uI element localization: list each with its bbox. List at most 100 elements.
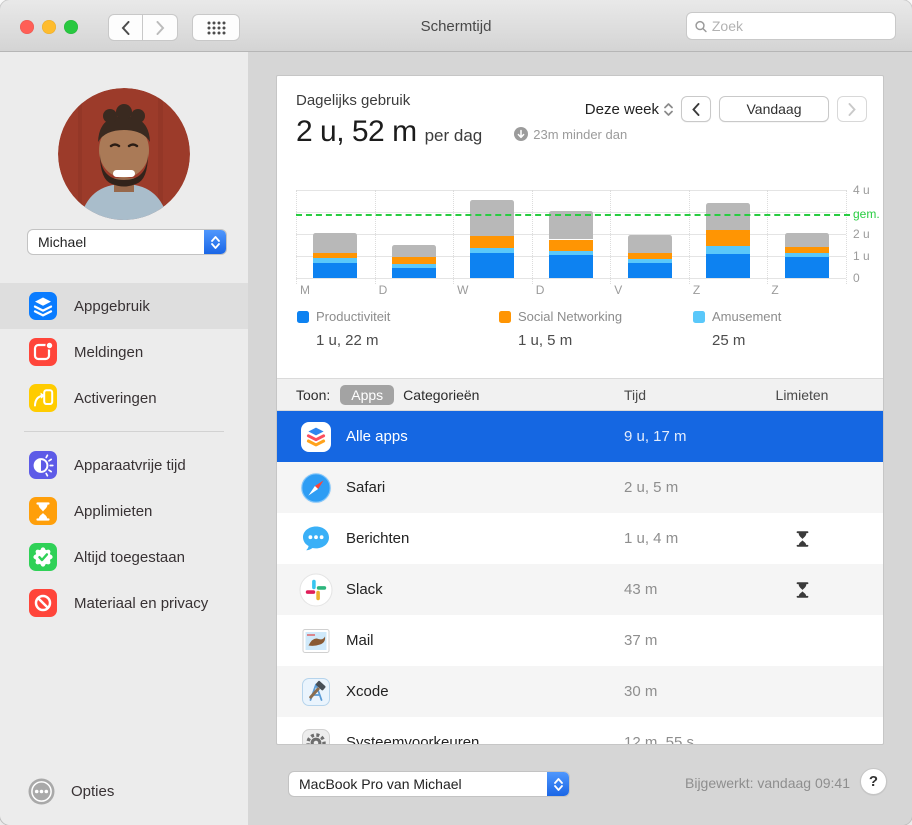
period-selector[interactable]: Deze week — [585, 101, 673, 118]
table-header-bar: Toon: Apps Categorieën Tijd Limieten — [277, 378, 883, 411]
usage-label: Dagelijks gebruik — [296, 92, 411, 109]
app-usage-icon — [28, 291, 58, 321]
sidebar-item-always-allowed[interactable]: Altijd toegestaan — [0, 534, 248, 580]
options-label: Opties — [71, 783, 115, 800]
app-name: Alle apps — [346, 428, 408, 445]
previous-period-button[interactable] — [681, 96, 711, 122]
chart-bar-segment — [391, 263, 436, 269]
table-row[interactable]: Berichten 1 u, 4 m — [277, 513, 883, 564]
chart-ytick: 1 u — [853, 249, 870, 263]
chart-bar-segment — [784, 257, 829, 278]
chevron-right-icon — [848, 102, 856, 116]
sidebar-item-label: Appgebruik — [74, 297, 150, 315]
sidebar-item-app-usage[interactable]: Appgebruik — [0, 283, 248, 329]
chart-bar-segment — [549, 250, 593, 255]
chart-ytick: 0 — [853, 271, 860, 285]
options-button[interactable]: Opties — [28, 778, 114, 805]
table-row[interactable]: Systeemvoorkeuren 12 m, 55 s — [277, 717, 883, 744]
chart-ytick: 4 u — [853, 183, 870, 197]
column-header-time: Tijd — [624, 386, 647, 403]
table-row[interactable]: Mail 37 m — [277, 615, 883, 666]
pickups-icon — [28, 383, 58, 413]
sidebar-item-app-limits[interactable]: Applimieten — [0, 488, 248, 534]
app-time: 1 u, 4 m — [624, 530, 679, 547]
chart-bar-segment — [549, 254, 593, 278]
chart-bar-segment — [784, 232, 829, 248]
segment-categories[interactable]: Categorieën — [403, 387, 479, 403]
chart-bar-segment — [391, 268, 436, 278]
chart-gridline — [296, 212, 846, 213]
table-row[interactable]: Xcode 30 m — [277, 666, 883, 717]
show-label: Toon: — [296, 386, 331, 403]
legend-item: Social Networking 1 u, 5 m — [499, 309, 622, 349]
legend-item: Productiviteit 1 u, 22 m — [297, 309, 390, 349]
chart-day-label: M — [300, 283, 310, 297]
app-name: Mail — [346, 632, 374, 649]
search-field[interactable] — [686, 12, 896, 40]
sidebar-item-label: Meldingen — [74, 343, 144, 361]
main-area: Dagelijks gebruik 2 u, 52 m per dag 23m … — [248, 52, 912, 825]
table-row[interactable]: Safari 2 u, 5 m — [277, 462, 883, 513]
chart-gridline — [296, 256, 846, 257]
chart-gridline — [688, 190, 690, 284]
usage-value: 2 u, 52 m — [296, 115, 417, 148]
legend-swatch — [297, 310, 309, 323]
chart-average-line — [296, 213, 850, 216]
legend-time: 1 u, 5 m — [518, 332, 573, 349]
app-name: Xcode — [346, 683, 389, 700]
chart-bar-segment — [706, 246, 751, 254]
legend-name: Productiviteit — [316, 309, 391, 324]
chart-bar-segment — [784, 252, 829, 258]
app-time: 2 u, 5 m — [624, 479, 679, 496]
legend-swatch — [499, 310, 511, 323]
chart-day-label: W — [457, 283, 469, 297]
chart-bar-segment — [391, 245, 436, 258]
segment-apps[interactable]: Apps — [340, 384, 395, 405]
user-selector-value: Michael — [38, 234, 87, 250]
sidebar-item-downtime[interactable]: Apparaatvrije tijd — [0, 442, 248, 488]
chart-bar-segment — [549, 210, 593, 240]
search-input[interactable] — [711, 18, 887, 34]
notifications-icon — [28, 337, 58, 367]
system-preferences-icon — [299, 726, 333, 744]
help-button[interactable]: ? — [860, 768, 887, 795]
screen-time-window: Schermtijd Zoek Michael Appgebruik Meldi… — [0, 0, 912, 825]
next-period-button[interactable] — [837, 96, 867, 122]
sidebar: Michael Appgebruik Meldingen Activeringe… — [0, 52, 248, 825]
table-row[interactable]: Slack 43 m — [277, 564, 883, 615]
popup-stepper-icon — [547, 772, 569, 796]
mail-icon — [299, 624, 333, 658]
all-apps-icon — [299, 420, 333, 454]
slack-icon — [299, 573, 333, 607]
chart-bar-segment — [313, 252, 358, 259]
chart-ytick: 2 u — [853, 227, 870, 241]
legend-name: Amusement — [712, 309, 782, 324]
table-row[interactable]: Alle apps 9 u, 17 m — [277, 411, 883, 462]
usage-delta-text: 23m minder dan — [533, 126, 628, 142]
messages-icon — [299, 522, 333, 556]
titlebar: Schermtijd — [0, 0, 912, 52]
sidebar-item-label: Activeringen — [74, 389, 157, 407]
chart-gridline — [767, 190, 769, 284]
sidebar-divider — [24, 431, 224, 432]
downtime-icon — [28, 450, 58, 480]
chart-bar-segment — [470, 199, 515, 237]
sidebar-item-notifications[interactable]: Meldingen — [0, 329, 248, 375]
legend-time: 1 u, 22 m — [316, 332, 379, 349]
usage-panel: Dagelijks gebruik 2 u, 52 m per dag 23m … — [276, 75, 884, 745]
chart-gridline — [296, 190, 297, 284]
content-privacy-icon — [28, 588, 58, 618]
device-selector[interactable]: MacBook Pro van Michael — [288, 771, 570, 797]
app-time: 43 m — [624, 581, 658, 598]
sidebar-item-content-privacy[interactable]: Materiaal en privacy — [0, 580, 248, 626]
sidebar-item-pickups[interactable]: Activeringen — [0, 375, 248, 421]
avatar — [58, 88, 190, 220]
user-selector[interactable]: Michael — [27, 229, 227, 255]
today-button[interactable]: Vandaag — [719, 96, 829, 122]
chart-bar-segment — [706, 203, 751, 230]
sidebar-item-label: Materiaal en privacy — [74, 594, 209, 612]
app-time: 37 m — [624, 632, 658, 649]
sidebar-item-label: Applimieten — [74, 502, 153, 520]
chart-bar-segment — [313, 258, 358, 263]
chart-gridline — [296, 190, 846, 191]
